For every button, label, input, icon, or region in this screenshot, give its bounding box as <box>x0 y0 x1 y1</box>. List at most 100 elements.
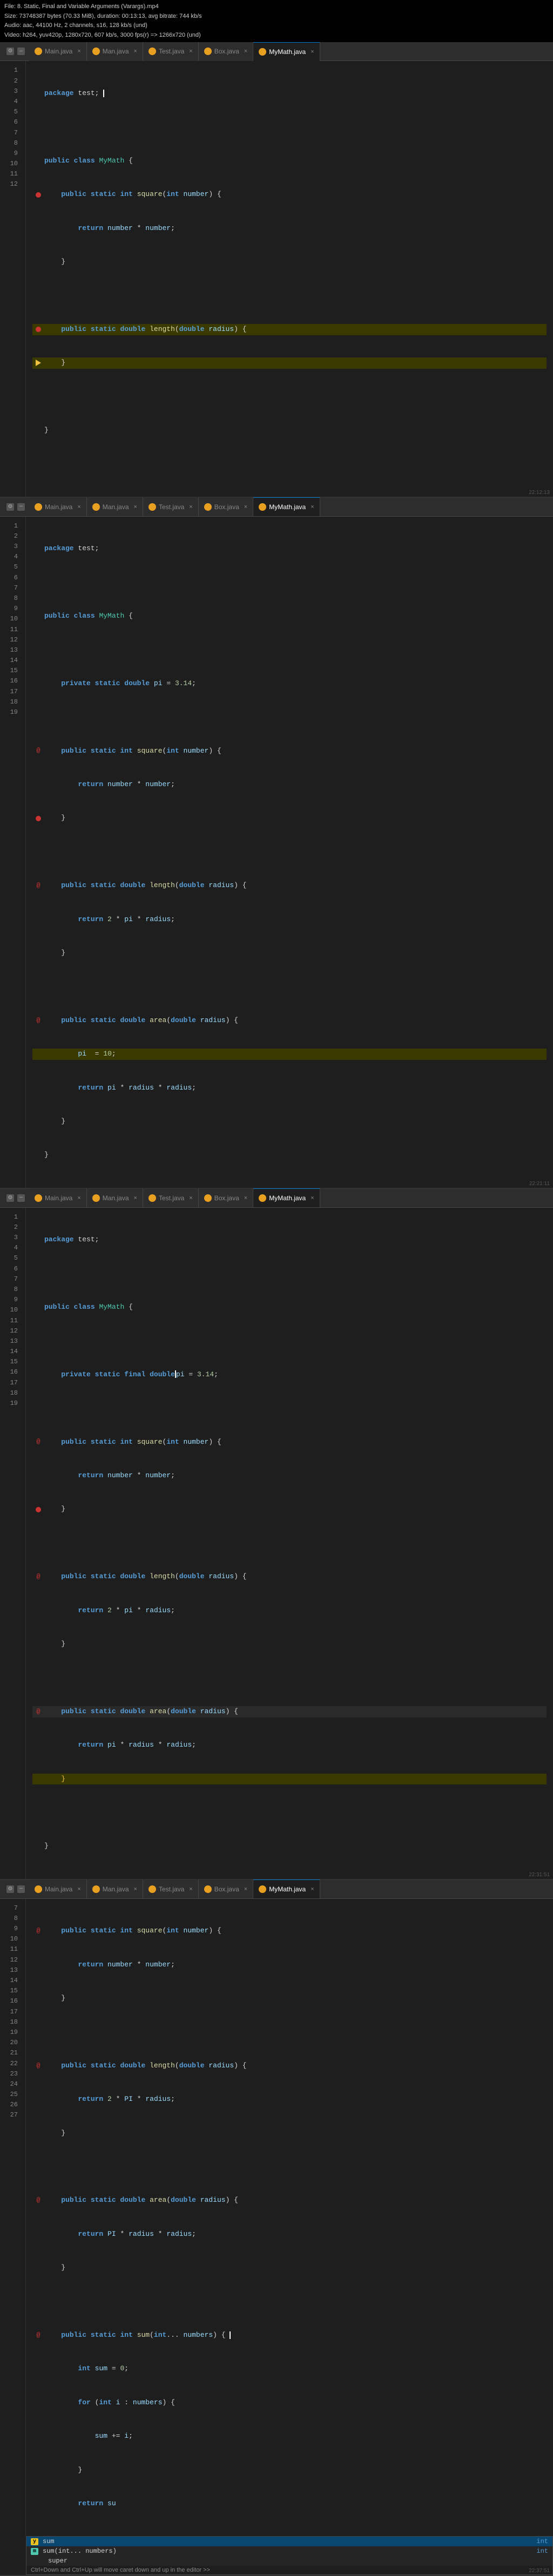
tab-test-1[interactable]: Test.java × <box>143 42 199 61</box>
tab-bar-1: ⚙ — Main.java × Man.java × Test.java × B… <box>0 42 553 61</box>
minimize-btn-1[interactable]: — <box>17 48 25 55</box>
code-area-1: 1 2 3 4 5 6 7 8 9 10 11 12 package test; <box>0 61 553 496</box>
code-line-3-19: } <box>32 1841 547 1852</box>
tab-mymath-4[interactable]: MyMath.java × <box>253 1879 320 1898</box>
tab-box-3[interactable]: Box.java × <box>199 1188 253 1207</box>
autocomplete-item-super[interactable]: super <box>26 2556 552 2566</box>
code-line-3-7: @ public static int square(int number) { <box>32 1437 547 1448</box>
code-line-2-9: } <box>32 813 547 824</box>
code-line-4-24: return su <box>32 2498 547 2510</box>
code-content-4[interactable]: @ public static int square(int number) {… <box>26 1899 553 2537</box>
tab-close-man-2[interactable]: × <box>134 504 137 510</box>
tab-controls-3: ⚙ — <box>2 1194 29 1202</box>
code-line-3-11: @ public static double length(double rad… <box>32 1571 547 1583</box>
code-line-2-16: pi = 10; <box>32 1049 547 1060</box>
tab-close-main-1[interactable]: × <box>77 48 80 55</box>
code-line-1-5: return number * number; <box>32 223 547 234</box>
at-2-7: @ <box>36 746 40 756</box>
tab-man-2[interactable]: Man.java × <box>87 497 143 516</box>
tab-close-box-3[interactable]: × <box>244 1195 247 1201</box>
tab-close-mymath-2[interactable]: × <box>311 504 314 510</box>
code-line-4-18 <box>32 2296 547 2308</box>
code-line-2-5: private static double pi = 3.14; <box>32 678 547 689</box>
tab-box-1[interactable]: Box.java × <box>199 42 253 61</box>
tab-close-test-1[interactable]: × <box>189 48 192 55</box>
tab-test-4[interactable]: Test.java × <box>143 1879 199 1898</box>
tab-close-test-4[interactable]: × <box>189 1886 192 1892</box>
tab-close-test-2[interactable]: × <box>189 504 192 510</box>
tab-icon-mymath-1 <box>259 48 266 56</box>
code-line-2-10 <box>32 847 547 858</box>
tab-mymath-3[interactable]: MyMath.java × <box>253 1188 320 1207</box>
tab-close-main-2[interactable]: × <box>77 504 80 510</box>
tab-close-mymath-3[interactable]: × <box>311 1195 314 1201</box>
minimize-btn-3[interactable]: — <box>17 1194 25 1202</box>
editor-panel-3: ⚙ — Main.java × Man.java × Test.java × B… <box>0 1189 553 1880</box>
tab-close-man-4[interactable]: × <box>134 1886 137 1892</box>
code-line-2-8: return number * number; <box>32 779 547 790</box>
autocomplete-dropdown[interactable]: y sum int m sum(int... numbers) int supe… <box>26 2536 553 2575</box>
code-line-4-21: for (int i : numbers) { <box>32 2397 547 2409</box>
minimize-btn-2[interactable]: — <box>17 503 25 511</box>
settings-btn-2[interactable]: ⚙ <box>6 503 14 511</box>
tab-close-mymath-4[interactable]: × <box>311 1886 314 1892</box>
tab-icon-man-2 <box>92 503 100 511</box>
at-4-19: @ <box>36 2330 40 2341</box>
code-content-3[interactable]: package test; public class MyMath { priv… <box>26 1208 553 1879</box>
tab-label-main-1: Main.java <box>45 48 72 55</box>
code-line-2-11: @ public static double length(double rad… <box>32 880 547 891</box>
tab-box-2[interactable]: Box.java × <box>199 497 253 516</box>
tab-mymath-2[interactable]: MyMath.java × <box>253 497 320 516</box>
code-line-2-15: @ public static double area(double radiu… <box>32 1015 547 1026</box>
settings-btn-4[interactable]: ⚙ <box>6 1885 14 1893</box>
tab-close-man-1[interactable]: × <box>134 48 137 55</box>
code-content-1[interactable]: package test; public class MyMath { publ… <box>26 61 553 496</box>
code-line-2-17: return pi * radius * radius; <box>32 1083 547 1094</box>
tab-mymath-1[interactable]: MyMath.java × <box>253 42 320 61</box>
code-line-4-10 <box>32 2026 547 2038</box>
code-line-4-13: } <box>32 2128 547 2139</box>
tab-close-man-3[interactable]: × <box>134 1195 137 1201</box>
tab-box-4[interactable]: Box.java × <box>199 1879 253 1898</box>
code-content-2[interactable]: package test; public class MyMath { priv… <box>26 517 553 1188</box>
minimize-btn-4[interactable]: — <box>17 1885 25 1893</box>
tab-close-mymath-1[interactable]: × <box>311 49 314 55</box>
tab-close-box-1[interactable]: × <box>244 48 247 55</box>
code-area-3: 1 2 3 4 5 6 7 8 9 10 11 12 13 14 15 16 1… <box>0 1208 553 1879</box>
tab-close-box-4[interactable]: × <box>244 1886 247 1892</box>
tab-man-1[interactable]: Man.java × <box>87 42 143 61</box>
settings-btn-3[interactable]: ⚙ <box>6 1194 14 1202</box>
code-line-4-11: @ public static double length(double rad… <box>32 2060 547 2072</box>
code-line-4-12: return 2 * PI * radius; <box>32 2094 547 2105</box>
code-line-1-4: public static int square(int number) { <box>32 189 547 200</box>
tab-close-box-2[interactable]: × <box>244 504 247 510</box>
settings-btn-1[interactable]: ⚙ <box>6 48 14 55</box>
code-line-4-7: @ public static int square(int number) { <box>32 1925 547 1937</box>
code-line-2-13: } <box>32 948 547 959</box>
code-line-2-4 <box>32 644 547 655</box>
tab-controls-1: ⚙ — <box>2 48 29 55</box>
line-numbers-4: 7 8 9 10 11 12 13 14 15 16 17 18 19 20 2… <box>0 1899 26 2537</box>
timestamp-2: 22:21:11 <box>529 1181 550 1187</box>
code-line-1-2 <box>32 121 547 133</box>
code-line-3-10 <box>32 1538 547 1549</box>
code-line-1-3: public class MyMath { <box>32 155 547 167</box>
tab-test-2[interactable]: Test.java × <box>143 497 199 516</box>
breakpoint-1-4 <box>36 192 41 198</box>
tab-main-2[interactable]: Main.java × <box>29 497 87 516</box>
tab-test-3[interactable]: Test.java × <box>143 1188 199 1207</box>
tab-man-3[interactable]: Man.java × <box>87 1188 143 1207</box>
code-line-1-7 <box>32 290 547 301</box>
tab-main-4[interactable]: Main.java × <box>29 1879 87 1898</box>
tab-main-1[interactable]: Main.java × <box>29 42 87 61</box>
tab-man-4[interactable]: Man.java × <box>87 1879 143 1898</box>
editor-panel-1: ⚙ — Main.java × Man.java × Test.java × B… <box>0 42 553 497</box>
autocomplete-item-sum[interactable]: y sum int <box>26 2537 552 2546</box>
autocomplete-item-sum-method[interactable]: m sum(int... numbers) int <box>26 2546 552 2556</box>
tab-main-3[interactable]: Main.java × <box>29 1188 87 1207</box>
code-line-3-6 <box>32 1403 547 1414</box>
tab-close-test-3[interactable]: × <box>189 1195 192 1201</box>
tab-label-box-1: Box.java <box>214 48 239 55</box>
tab-close-main-3[interactable]: × <box>77 1195 80 1201</box>
tab-close-main-4[interactable]: × <box>77 1886 80 1892</box>
